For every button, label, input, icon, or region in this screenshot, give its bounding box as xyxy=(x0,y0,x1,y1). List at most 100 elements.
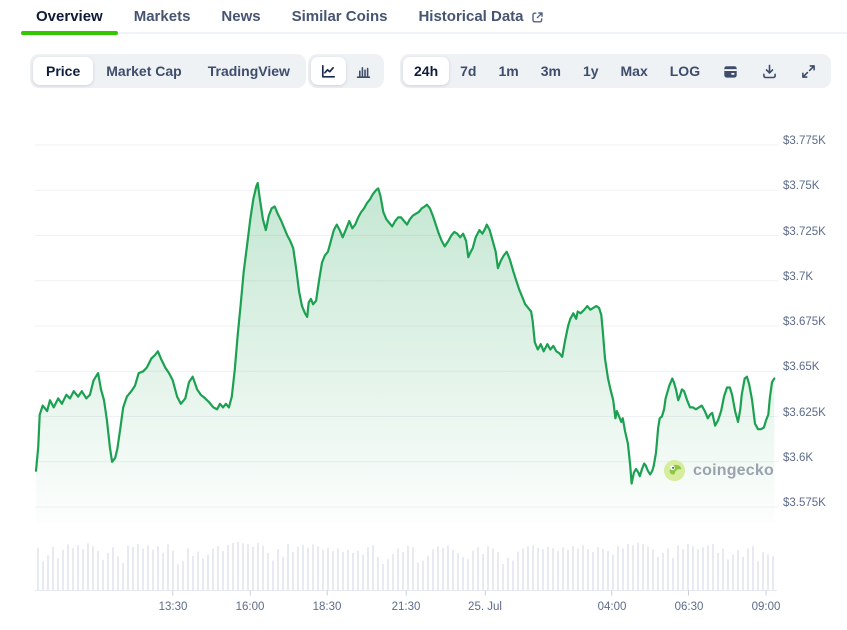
volume-bar xyxy=(132,547,134,590)
volume-bar xyxy=(622,549,624,590)
volume-bar xyxy=(187,548,189,590)
volume-bar xyxy=(457,553,459,590)
volume-bar xyxy=(637,543,639,591)
volume-bar xyxy=(422,561,424,590)
volume-bar xyxy=(647,546,649,590)
volume-bar xyxy=(702,547,704,590)
volume-bar xyxy=(402,552,404,590)
volume-bar xyxy=(172,551,174,590)
volume-bar xyxy=(107,553,109,590)
volume-bar xyxy=(737,550,739,590)
volume-bar xyxy=(682,549,684,590)
volume-bar xyxy=(177,564,179,590)
volume-bar xyxy=(382,564,384,590)
volume-bar xyxy=(317,546,319,590)
volume-bar xyxy=(592,552,594,590)
volume-bar xyxy=(367,547,369,590)
volume-bar xyxy=(557,551,559,590)
volume-bar xyxy=(452,550,454,590)
volume-bar xyxy=(232,543,234,590)
volume-bar xyxy=(537,548,539,590)
volume-bar xyxy=(487,546,489,590)
watermark-label: coingecko xyxy=(693,462,774,480)
volume-bar xyxy=(477,547,479,590)
volume-bar xyxy=(372,545,374,590)
volume-bar xyxy=(747,549,749,590)
volume-bar xyxy=(272,561,274,590)
x-axis-label: 09:00 xyxy=(734,601,798,613)
volume-bar xyxy=(482,554,484,590)
x-axis-label: 13:30 xyxy=(141,601,205,613)
volume-bar xyxy=(752,546,754,590)
volume-bar xyxy=(672,558,674,590)
volume-bar xyxy=(167,544,169,590)
volume-bar xyxy=(282,557,284,590)
volume-bar xyxy=(97,551,99,590)
volume-bar xyxy=(497,552,499,590)
volume-bar xyxy=(202,558,204,590)
volume-bar xyxy=(432,549,434,590)
volume-bar xyxy=(517,552,519,590)
y-axis-label: $3.725K xyxy=(783,226,845,238)
volume-bar xyxy=(532,545,534,590)
x-axis-label: 06:30 xyxy=(657,601,721,613)
volume-bar xyxy=(447,545,449,590)
volume-bar xyxy=(102,560,104,590)
y-axis-label: $3.7K xyxy=(783,271,845,283)
volume-bar xyxy=(467,559,469,590)
x-axis-label: 21:30 xyxy=(374,601,438,613)
volume-bar xyxy=(127,546,129,590)
volume-bar xyxy=(412,547,414,590)
volume-bar xyxy=(642,544,644,590)
volume-bar xyxy=(677,545,679,590)
volume-bar xyxy=(352,553,354,590)
volume-bar xyxy=(507,558,509,590)
y-axis-label: $3.75K xyxy=(783,180,845,192)
volume-bar xyxy=(222,551,224,590)
volume-bar xyxy=(287,544,289,590)
volume-bar xyxy=(67,544,69,590)
volume-bar xyxy=(237,542,239,590)
volume-bar xyxy=(442,548,444,590)
y-axis-label: $3.6K xyxy=(783,452,845,464)
y-axis-label: $3.775K xyxy=(783,135,845,147)
volume-bar xyxy=(252,547,254,590)
volume-bar xyxy=(687,544,689,590)
volume-bar xyxy=(302,545,304,590)
volume-bar xyxy=(527,546,529,590)
volume-bar xyxy=(82,549,84,590)
volume-bar xyxy=(407,546,409,590)
volume-bar xyxy=(552,548,554,590)
volume-bar xyxy=(182,561,184,590)
volume-bar xyxy=(652,549,654,590)
x-axis-label: 25. Jul xyxy=(453,601,517,613)
volume-bar xyxy=(87,543,89,590)
volume-bar xyxy=(212,549,214,590)
volume-bar xyxy=(627,544,629,590)
volume-bar xyxy=(572,546,574,590)
volume-bar xyxy=(57,558,59,590)
volume-bar xyxy=(267,553,269,590)
volume-bar xyxy=(217,546,219,590)
volume-bar xyxy=(357,551,359,590)
volume-bar xyxy=(52,547,54,590)
volume-bar xyxy=(617,546,619,590)
volume-bar xyxy=(392,554,394,590)
volume-bar xyxy=(92,546,94,590)
volume-bar xyxy=(742,557,744,590)
volume-bar xyxy=(307,548,309,590)
volume-bar xyxy=(117,556,119,590)
volume-bar xyxy=(567,550,569,590)
volume-bar xyxy=(762,552,764,590)
volume-bar xyxy=(137,544,139,590)
price-chart[interactable] xyxy=(0,0,847,630)
volume-bar xyxy=(512,561,514,590)
volume-bar xyxy=(77,545,79,590)
volume-bar xyxy=(247,544,249,590)
y-axis-label: $3.65K xyxy=(783,361,845,373)
volume-bar xyxy=(227,545,229,590)
volume-bar xyxy=(417,563,419,590)
volume-bar xyxy=(292,552,294,590)
volume-bar xyxy=(502,564,504,590)
y-axis-label: $3.675K xyxy=(783,316,845,328)
